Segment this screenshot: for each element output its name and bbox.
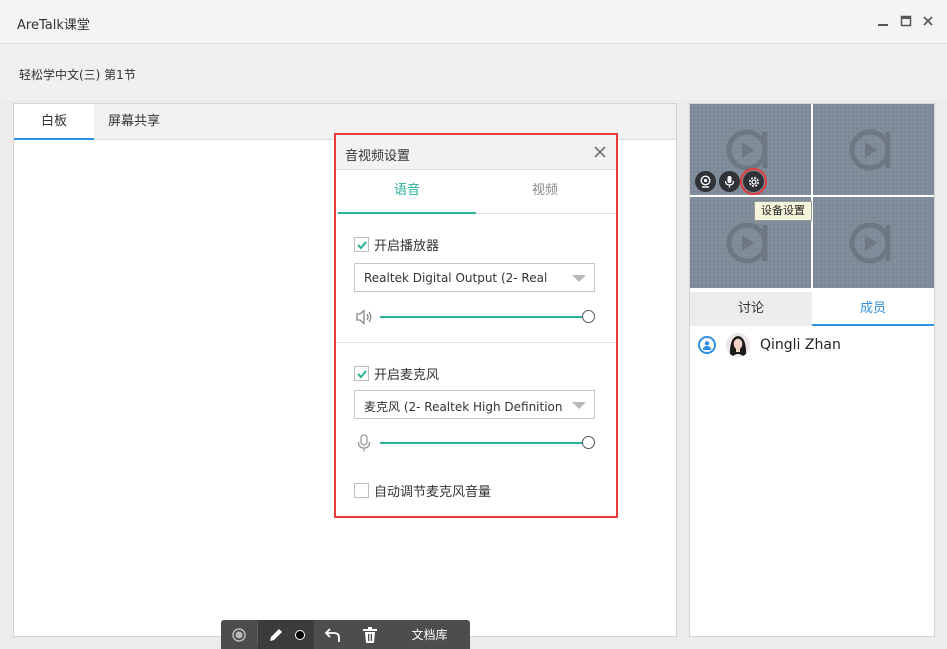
minimize-icon[interactable] [876, 14, 890, 28]
video-tile [813, 197, 934, 288]
section-divider [336, 342, 616, 343]
checkmark-icon [356, 240, 367, 249]
user-role-icon [698, 336, 716, 354]
speaker-icon [356, 309, 372, 325]
speaker-device-select[interactable]: Realtek Digital Output (2- Real [354, 263, 595, 292]
mic-toggle-row[interactable]: 开启麦克风 [354, 364, 439, 383]
auto-adjust-label: 自动调节麦克风音量 [374, 485, 492, 500]
mic-device-select[interactable]: 麦克风 (2- Realtek High Definition [354, 390, 595, 419]
dialog-header: 音视频设置 [336, 135, 616, 170]
microphone-icon [357, 434, 371, 452]
close-icon[interactable] [593, 145, 607, 159]
device-settings-button[interactable] [740, 168, 767, 195]
dialog-tabs: 语音 视频 [336, 170, 616, 214]
aretalk-logo-icon [849, 222, 890, 263]
av-settings-dialog: 音视频设置 语音 视频 开启播放器 Realtek Digital Output… [334, 133, 618, 518]
speaker-volume-knob[interactable] [582, 310, 595, 323]
right-panel: 设备设置 讨论 成员 Qingli Zhan [689, 103, 935, 637]
tab-whiteboard[interactable]: 白板 [14, 104, 94, 140]
undo-button[interactable] [315, 620, 351, 649]
gear-icon [748, 176, 759, 187]
microphone-button[interactable] [719, 171, 740, 192]
member-item[interactable]: Qingli Zhan [698, 332, 841, 358]
mic-label: 开启麦克风 [374, 368, 440, 383]
lesson-title: 轻松学中文(三) 第1节 [19, 68, 136, 82]
mic-checkbox[interactable] [354, 366, 369, 381]
mic-volume-track [380, 442, 587, 444]
chevron-down-icon [572, 402, 586, 409]
pen-tool-button[interactable] [258, 620, 314, 649]
microphone-icon [724, 176, 735, 188]
undo-icon [324, 627, 340, 642]
speaker-label: 开启播放器 [374, 239, 440, 254]
video-tile [813, 104, 934, 195]
mic-volume-knob[interactable] [582, 436, 595, 449]
aretalk-logo-icon [849, 129, 890, 170]
side-tabs: 讨论 成员 [690, 292, 934, 326]
close-icon[interactable] [921, 14, 935, 28]
video-controls [695, 168, 767, 195]
chevron-down-icon [572, 275, 586, 282]
mic-device-value: 麦克风 (2- Realtek High Definition [364, 400, 563, 414]
clear-button[interactable] [352, 620, 388, 649]
avatar [726, 333, 750, 357]
camera-icon [700, 175, 711, 188]
camera-button[interactable] [695, 171, 716, 192]
speaker-toggle-row[interactable]: 开启播放器 [354, 235, 439, 254]
speaker-volume-slider[interactable] [354, 307, 598, 327]
window-title: AreTalk课堂 [17, 18, 90, 33]
tab-discussion[interactable]: 讨论 [690, 292, 812, 326]
record-button[interactable] [221, 620, 257, 649]
device-settings-tooltip: 设备设置 [754, 201, 812, 221]
speaker-device-value: Realtek Digital Output (2- Real [364, 271, 548, 285]
pencil-icon [270, 628, 282, 641]
tab-screen-share[interactable]: 屏幕共享 [94, 104, 174, 140]
auto-adjust-row[interactable]: 自动调节麦克风音量 [354, 481, 491, 500]
dialog-title: 音视频设置 [345, 149, 411, 164]
whiteboard-toolbar: 文档库 [221, 620, 470, 649]
mic-volume-slider[interactable] [354, 433, 598, 453]
lesson-bar: 轻松学中文(三) 第1节 [0, 44, 947, 100]
checkmark-icon [356, 369, 367, 378]
tab-audio[interactable]: 语音 [338, 170, 476, 214]
video-grid: 设备设置 [690, 104, 934, 289]
document-library-button[interactable]: 文档库 [389, 620, 470, 649]
title-bar: AreTalk课堂 [0, 0, 947, 44]
speaker-volume-track [380, 316, 587, 318]
tab-video[interactable]: 视频 [476, 170, 614, 214]
auto-adjust-checkbox[interactable] [354, 483, 369, 498]
member-name: Qingli Zhan [760, 337, 841, 353]
trash-icon [363, 626, 377, 643]
aretalk-logo-icon [726, 222, 767, 263]
maximize-icon[interactable] [899, 14, 913, 28]
speaker-checkbox[interactable] [354, 237, 369, 252]
tab-members[interactable]: 成员 [812, 292, 934, 326]
record-icon [232, 627, 246, 642]
pen-color-dot-icon[interactable] [295, 629, 305, 640]
